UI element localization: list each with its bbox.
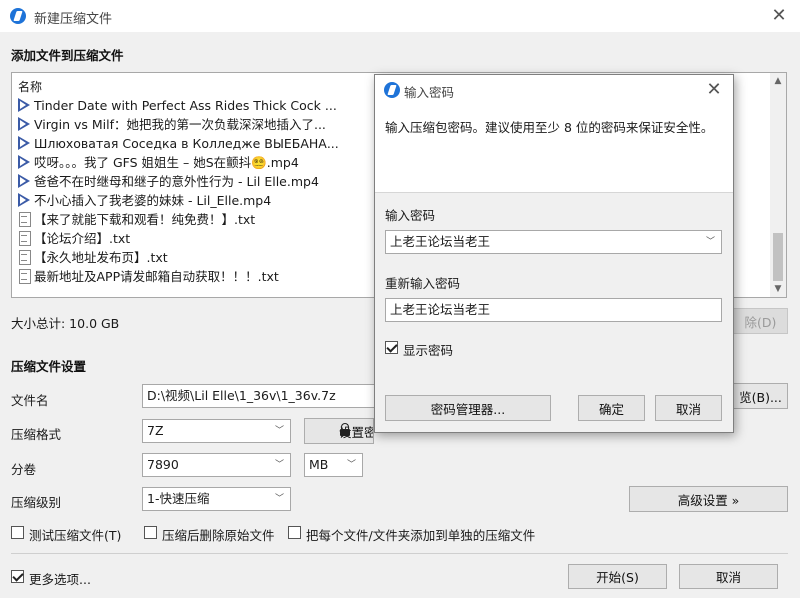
ok-button[interactable]: 确定	[578, 395, 645, 421]
format-value: 7Z	[147, 423, 164, 438]
file-name: 不小心插入了我老婆的妹妹 - Lil_Elle.mp4	[34, 193, 272, 208]
format-select[interactable]: 7Z ﹀	[142, 419, 291, 443]
file-name: Шлюховатая Соседка в Колледже ВЫЕБАНА...	[34, 136, 339, 151]
each-separate-label[interactable]: 把每个文件/文件夹添加到单独的压缩文件	[306, 525, 535, 544]
split-combobox[interactable]: 7890 ﹀	[142, 453, 291, 477]
file-name: 【论坛介绍】.txt	[34, 231, 131, 246]
password-dialog: 输入密码 ✕ 输入压缩包密码。建议使用至少 8 位的密码来保证安全性。 输入密码…	[374, 74, 734, 433]
file-name: 哎呀。。。我了 GFS 姐姐生 – 她S在颤抖😵‍💫.mp4	[34, 155, 299, 170]
scrollbar-thumb[interactable]	[773, 233, 783, 281]
split-label: 分卷	[11, 462, 37, 477]
confirm-password-input[interactable]: 上老王论坛当老王	[385, 298, 722, 322]
chevron-down-icon: ﹀	[346, 460, 356, 470]
advanced-settings-button[interactable]: 高级设置 »	[629, 486, 788, 512]
text-file-icon	[16, 230, 32, 246]
video-file-icon	[16, 154, 32, 170]
level-label: 压缩级别	[11, 495, 62, 510]
video-file-icon	[16, 192, 32, 208]
chevron-down-icon: ﹀	[274, 460, 284, 470]
level-select[interactable]: 1-快速压缩 ﹀	[142, 487, 291, 511]
file-name: Tinder Date with Perfect Ass Rides Thick…	[34, 98, 337, 113]
column-header-name[interactable]: 名称	[18, 78, 42, 95]
delete-after-checkbox[interactable]	[144, 526, 157, 539]
delete-after-label[interactable]: 压缩后删除原始文件	[162, 525, 275, 544]
format-label: 压缩格式	[11, 427, 62, 442]
bandizip-logo-icon	[10, 8, 26, 24]
video-file-icon	[16, 173, 32, 189]
text-file-icon	[16, 249, 32, 265]
password-dialog-header: 输入压缩包密码。建议使用至少 8 位的密码来保证安全性。	[375, 105, 733, 193]
set-password-button[interactable]: 设置密码(P)...	[304, 418, 374, 444]
delete-button[interactable]: 除(D)	[733, 308, 788, 334]
password-label: 输入密码	[385, 208, 436, 223]
video-file-icon	[16, 97, 32, 113]
password-dialog-title-bar: 输入密码 ✕	[375, 75, 733, 105]
level-value: 1-快速压缩	[147, 491, 210, 506]
settings-section-title: 压缩文件设置	[11, 359, 87, 374]
show-password-label[interactable]: 显示密码	[403, 340, 453, 359]
close-icon[interactable]: ✕	[703, 79, 725, 101]
lock-icon	[340, 423, 350, 436]
split-value: 7890	[147, 457, 179, 472]
window-title: 新建压缩文件	[34, 12, 113, 27]
text-file-icon	[16, 268, 32, 284]
show-password-checkbox[interactable]	[385, 341, 398, 354]
split-unit-value: MB	[309, 457, 329, 472]
test-archive-checkbox[interactable]	[11, 526, 24, 539]
vertical-scrollbar[interactable]: ▲ ▼	[770, 73, 786, 297]
confirm-password-label: 重新输入密码	[385, 276, 461, 291]
archive-name-label: 文件名	[11, 393, 49, 408]
title-bar: 新建压缩文件 ✕	[0, 0, 800, 32]
chevron-down-icon: ﹀	[705, 237, 715, 247]
footer-divider	[11, 553, 788, 554]
start-button[interactable]: 开始(S)	[568, 564, 667, 589]
password-cancel-button[interactable]: 取消	[655, 395, 722, 421]
chevron-down-icon: ﹀	[274, 494, 284, 504]
password-dialog-title: 输入密码	[404, 85, 455, 100]
chevron-down-icon: ﹀	[274, 426, 284, 436]
scroll-down-icon[interactable]: ▼	[770, 281, 786, 297]
file-name: 【永久地址发布页】.txt	[34, 250, 168, 265]
password-input[interactable]: 上老王论坛当老王 ﹀	[385, 230, 722, 254]
file-name: Virgin vs Milf：她把我的第一次负载深深地插入了...	[34, 117, 326, 132]
scroll-up-icon[interactable]: ▲	[770, 73, 786, 89]
more-options-checkbox[interactable]	[11, 570, 24, 583]
password-manager-button[interactable]: 密码管理器...	[385, 395, 551, 421]
add-section-title: 添加文件到压缩文件	[11, 48, 124, 63]
video-file-icon	[16, 116, 32, 132]
archive-name-input[interactable]: D:\视频\Lil Elle\1_36v\1_36v.7z	[142, 384, 378, 408]
cancel-button[interactable]: 取消	[679, 564, 778, 589]
video-file-icon	[16, 135, 32, 151]
file-name: 【来了就能下载和观看！纯免费！】.txt	[34, 212, 256, 227]
file-name: 最新地址及APP请发邮箱自动获取！！！.txt	[34, 269, 279, 284]
bandizip-logo-icon	[384, 82, 400, 98]
file-name: 爸爸不在时继母和继子的意外性行为 - Lil Elle.mp4	[34, 174, 319, 189]
close-icon[interactable]: ✕	[768, 5, 790, 27]
password-description: 输入压缩包密码。建议使用至少 8 位的密码来保证安全性。	[385, 120, 714, 135]
each-separate-checkbox[interactable]	[288, 526, 301, 539]
password-value: 上老王论坛当老王	[390, 234, 491, 249]
more-options-label[interactable]: 更多选项...	[29, 569, 91, 588]
split-unit-select[interactable]: MB ﹀	[304, 453, 363, 477]
text-file-icon	[16, 211, 32, 227]
browse-button[interactable]: 览(B)...	[733, 383, 788, 409]
total-size: 大小总计: 10.0 GB	[11, 316, 120, 331]
test-archive-label[interactable]: 测试压缩文件(T)	[29, 525, 121, 544]
